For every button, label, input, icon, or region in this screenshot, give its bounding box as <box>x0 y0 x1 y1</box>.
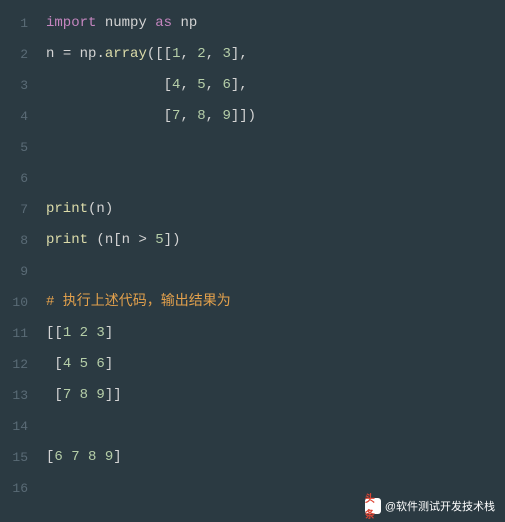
code-token: 7 8 9 <box>63 387 105 403</box>
code-token: array <box>105 46 147 62</box>
line-number: 5 <box>0 132 38 163</box>
code-line <box>46 132 505 163</box>
code-line: [4, 5, 6], <box>46 70 505 101</box>
code-token: ]]) <box>231 108 256 124</box>
code-token: ([[ <box>147 46 172 62</box>
watermark: 头条 @软件测试开发技术栈 <box>365 498 495 514</box>
line-number: 9 <box>0 256 38 287</box>
code-token: print <box>46 201 88 217</box>
code-line <box>46 411 505 442</box>
code-token: ] <box>105 356 113 372</box>
code-token: 8 <box>197 108 205 124</box>
line-number: 4 <box>0 101 38 132</box>
code-token: ]) <box>164 232 181 248</box>
line-number: 11 <box>0 318 38 349</box>
code-token: n <box>105 232 113 248</box>
code-token: > <box>138 232 146 248</box>
line-number: 2 <box>0 39 38 70</box>
code-line: import numpy as np <box>46 8 505 39</box>
code-token: ], <box>231 46 248 62</box>
code-token: n <box>96 201 104 217</box>
line-number: 8 <box>0 225 38 256</box>
code-token <box>46 108 164 124</box>
code-token: , <box>180 108 197 124</box>
code-token: 2 <box>197 46 205 62</box>
code-token: ) <box>105 201 113 217</box>
code-token: 6 7 8 9 <box>54 449 113 465</box>
code-token: . <box>96 46 104 62</box>
code-token: 1 2 3 <box>63 325 105 341</box>
code-token: ( <box>96 232 104 248</box>
code-token: , <box>206 77 223 93</box>
code-token: , <box>206 46 223 62</box>
code-token: , <box>180 46 197 62</box>
code-line: print (n[n > 5]) <box>46 225 505 256</box>
code-token: np <box>71 46 96 62</box>
code-token: [[ <box>46 325 63 341</box>
code-token: # 执行上述代码，输出结果为 <box>46 294 231 310</box>
line-number: 7 <box>0 194 38 225</box>
line-number: 12 <box>0 349 38 380</box>
line-number: 10 <box>0 287 38 318</box>
code-token: = <box>63 46 71 62</box>
line-number: 14 <box>0 411 38 442</box>
code-token <box>147 232 155 248</box>
code-token: , <box>180 77 197 93</box>
code-token: print <box>46 232 88 248</box>
code-token: [ <box>164 108 172 124</box>
code-editor: 12345678910111213141516 import numpy as … <box>0 0 505 520</box>
line-number: 15 <box>0 442 38 473</box>
code-line <box>46 256 505 287</box>
code-content-area[interactable]: import numpy as npn = np.array([[1, 2, 3… <box>38 0 505 520</box>
code-token: 5 <box>197 77 205 93</box>
code-token: n <box>122 232 139 248</box>
code-token: ] <box>113 449 121 465</box>
code-token: ]] <box>105 387 122 403</box>
line-number: 13 <box>0 380 38 411</box>
code-token: 6 <box>222 77 230 93</box>
code-token: ] <box>105 325 113 341</box>
code-line: # 执行上述代码，输出结果为 <box>46 287 505 318</box>
code-token: [ <box>113 232 121 248</box>
code-token: as <box>155 15 172 31</box>
watermark-icon: 头条 <box>365 498 381 514</box>
line-number: 6 <box>0 163 38 194</box>
watermark-label: @软件测试开发技术栈 <box>385 498 495 514</box>
code-token: 4 5 6 <box>63 356 105 372</box>
code-line: [4 5 6] <box>46 349 505 380</box>
code-line: [6 7 8 9] <box>46 442 505 473</box>
line-number: 16 <box>0 473 38 504</box>
code-token: import <box>46 15 96 31</box>
code-line: [7 8 9]] <box>46 380 505 411</box>
code-line <box>46 163 505 194</box>
code-token <box>46 77 164 93</box>
line-number: 3 <box>0 70 38 101</box>
code-token: 9 <box>222 108 230 124</box>
code-token: n <box>46 46 63 62</box>
code-token: [ <box>54 387 62 403</box>
code-token: [ <box>164 77 172 93</box>
code-token: ], <box>231 77 248 93</box>
code-token: numpy <box>96 15 155 31</box>
code-line: [7, 8, 9]]) <box>46 101 505 132</box>
code-line: print(n) <box>46 194 505 225</box>
code-token: np <box>172 15 197 31</box>
code-token: , <box>206 108 223 124</box>
line-number-gutter: 12345678910111213141516 <box>0 0 38 520</box>
code-line: n = np.array([[1, 2, 3], <box>46 39 505 70</box>
line-number: 1 <box>0 8 38 39</box>
code-token: [ <box>54 356 62 372</box>
code-line: [[1 2 3] <box>46 318 505 349</box>
code-token: 3 <box>223 46 231 62</box>
code-token: 5 <box>155 232 163 248</box>
